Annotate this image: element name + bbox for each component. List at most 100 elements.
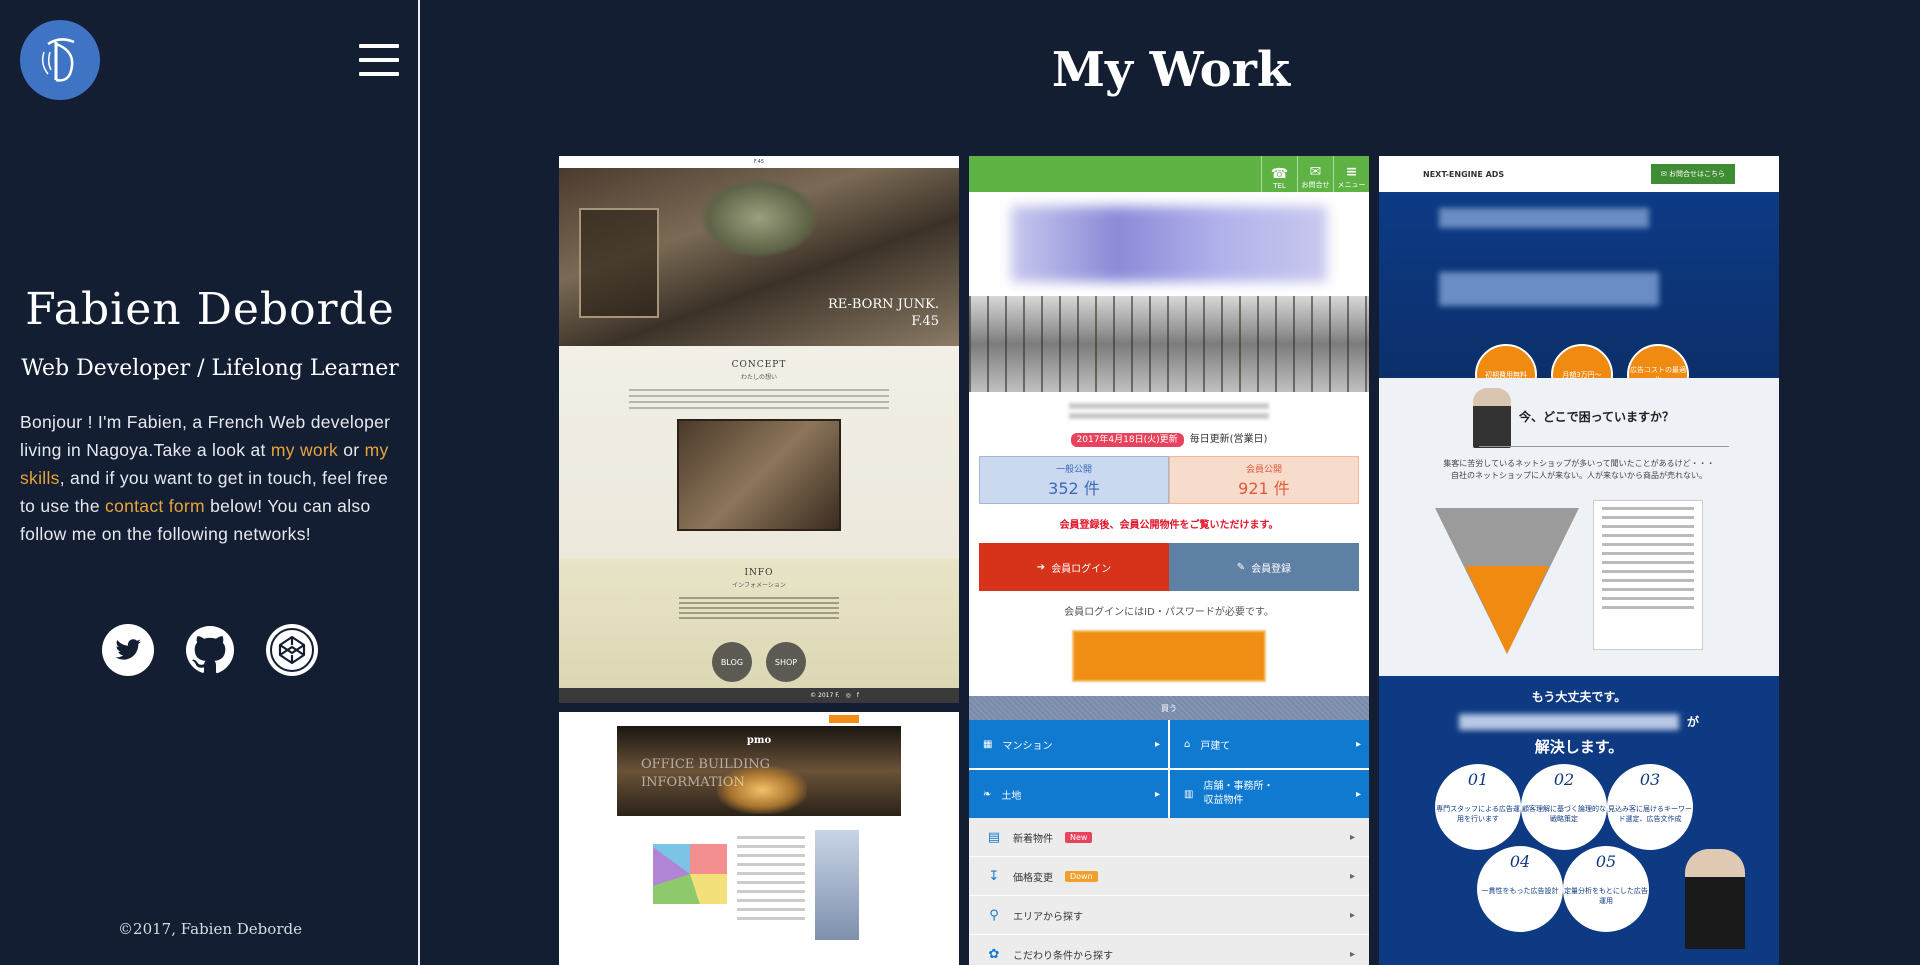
leaf-icon: ❧: [983, 788, 992, 800]
instagram-icon: ◎: [845, 692, 851, 699]
menu-label: メニュー: [1337, 181, 1366, 189]
site-footer: © 2017 F. ◎ f: [559, 688, 959, 703]
hero-code-background: 初期費用無料 月額3万円〜 広告コストの最適化: [1379, 192, 1779, 406]
codepen-link[interactable]: [266, 624, 318, 676]
row-label: 価格変更: [1013, 872, 1053, 884]
row-price: ↧ 価格変更 Down: [969, 857, 1369, 896]
search-rows: ▤ 新着物件 New ↧ 価格変更 Down ⚲ エリアから探す ✿ こだわり条件から探す: [969, 818, 1369, 965]
side-banner: [815, 830, 859, 940]
step-text: 顧客理解に基づく論理的な戦略策定: [1522, 805, 1606, 823]
general-count-label: 一般公開: [1055, 464, 1092, 475]
profile-tagline: Web Developer / Lifelong Learner: [21, 356, 399, 381]
login-label: 会員ログイン: [1051, 563, 1112, 575]
site-topbar: ☎ TEL ✉ お問合せ ≡ メニュー: [969, 156, 1369, 192]
arrow-down-icon: ↧: [988, 868, 1000, 884]
tile-land: ❧ 土地: [969, 770, 1168, 818]
solution-line1: もう大丈夫です。: [1531, 690, 1627, 704]
site-nav: [559, 712, 959, 726]
building-icon: ▦: [983, 738, 993, 750]
member-count: 会員公開 921 件: [1169, 456, 1359, 504]
problem-question: 今、どこで困っていますか？: [1519, 410, 1675, 424]
blurred-brand: [1458, 713, 1679, 730]
funnel-notes: [1593, 500, 1703, 650]
facebook-icon: f: [856, 692, 859, 699]
logo[interactable]: [20, 20, 100, 100]
row-conditions: ✿ こだわり条件から探す: [969, 935, 1369, 965]
step-circle: 05 定量分析をもとにした広告運用: [1563, 846, 1649, 932]
menu-button[interactable]: [359, 44, 399, 76]
github-icon: [186, 626, 234, 674]
github-link[interactable]: [184, 624, 236, 676]
step-circle: 01 専門スタッフによる広告運用を行います: [1435, 764, 1521, 850]
step-number: 01: [1467, 770, 1489, 789]
project-card-realestate[interactable]: ☎ TEL ✉ お問合せ ≡ メニュー 2017年4月18日(火)更新 毎日更新(営業日…: [969, 156, 1369, 965]
problem-text: 集客に苦労しているネットショップが多いって聞いたことがあるけど・・・ 自社のネッ…: [1379, 458, 1779, 482]
row-label: エリアから探す: [1013, 911, 1083, 923]
concept-title: CONCEPT: [731, 360, 787, 370]
consultant-image: [1685, 849, 1745, 949]
divider: [1479, 446, 1729, 447]
step-number: 04: [1509, 852, 1531, 871]
blurred-text: [1439, 208, 1649, 228]
chart-icon: ▥: [1184, 788, 1194, 800]
contact-label: お問合せ: [1301, 181, 1330, 189]
concept-text: [629, 389, 889, 409]
bio-or: or: [338, 440, 365, 460]
member-register-button: ✎ 会員登録: [1169, 543, 1359, 591]
row-label: 新着物件: [1013, 833, 1053, 845]
concept-section: CONCEPT わたしの想い: [559, 346, 959, 558]
login-note: 会員ログインにはID・パスワードが必要です。: [1064, 607, 1274, 618]
solution-line2: が: [1379, 705, 1779, 730]
concept-subtitle: わたしの想い: [740, 374, 777, 381]
step-number: 05: [1595, 852, 1617, 871]
office-body: [559, 816, 959, 940]
register-label: 会員登録: [1251, 563, 1292, 575]
bio-text: Bonjour ! I'm Fabien, a French Web devel…: [20, 408, 400, 548]
my-work-link[interactable]: my work: [271, 440, 338, 460]
hamburger-line: [359, 58, 399, 62]
twitter-icon: [102, 624, 154, 676]
businesswoman-image: [1473, 388, 1511, 448]
site-brand: NEXT-ENGINE ADS: [1423, 169, 1505, 179]
login-icon: ➔: [1036, 561, 1046, 573]
site-header: NEXT-ENGINE ADS ✉ お問合せはこちら: [1379, 156, 1779, 192]
hamburger-line: [359, 44, 399, 48]
site-buttons: BLOG SHOP: [559, 642, 959, 682]
site-brand: F.45: [753, 159, 765, 165]
problem-line1: 集客に苦労しているネットショップが多いって聞いたことがあるけど・・・: [1443, 459, 1715, 468]
row-area: ⚲ エリアから探す: [969, 896, 1369, 935]
listing-counts: 一般公開 352 件 会員公開 921 件: [979, 456, 1359, 504]
shop-sign: RE-BORN JUNK. F.45: [828, 296, 939, 330]
fd-logo-icon: [41, 38, 75, 82]
general-count: 一般公開 352 件: [979, 456, 1169, 504]
office-hero-image: pmo OFFICE BUILDING INFORMATION: [617, 726, 901, 816]
house-icon: ⌂: [1184, 738, 1191, 750]
hero-line1: OFFICE BUILDING: [641, 757, 770, 772]
sidebar: Fabien Deborde Web Developer / Lifelong …: [0, 0, 420, 965]
project-card-office[interactable]: pmo OFFICE BUILDING INFORMATION: [559, 712, 959, 965]
blurred-banner: [1072, 630, 1266, 682]
hero-line2: INFORMATION: [641, 775, 745, 790]
tile-label: 店舗・事務所・収益物件: [1203, 781, 1274, 806]
funnel-highlight: [1465, 566, 1549, 654]
social-links: [0, 624, 420, 676]
tel-button: ☎ TEL: [1261, 156, 1297, 192]
blurred-address: [969, 392, 1369, 430]
member-login-button: ➔ 会員ログイン: [979, 543, 1169, 591]
buy-heading: 買う: [969, 696, 1369, 720]
update-info: 2017年4月18日(火)更新 毎日更新(営業日): [969, 430, 1369, 450]
project-card-junk[interactable]: F.45 RE-BORN JUNK. F.45 CONCEPT わたしの想い I…: [559, 156, 959, 703]
problem-line2: 自社のネットショップに人が来ない。人が来ないから商品が売れない。: [1451, 471, 1707, 480]
contact-form-link[interactable]: contact form: [105, 496, 205, 516]
pin-icon: ⚲: [989, 907, 999, 923]
edit-icon: ✎: [1236, 561, 1246, 573]
mail-icon: ✉: [1309, 164, 1322, 180]
project-card-ads[interactable]: NEXT-ENGINE ADS ✉ お問合せはこちら 初期費用無料 月額3万円〜…: [1379, 156, 1779, 965]
area-map: [653, 844, 727, 904]
twitter-link[interactable]: [102, 624, 154, 676]
menu-button-site: ≡ メニュー: [1333, 156, 1369, 192]
contact-cta-label: お問合せはこちら: [1669, 170, 1725, 178]
menu-icon: ≡: [1345, 164, 1358, 180]
sign-line1: RE-BORN JUNK.: [827, 297, 939, 312]
step-text: 一貫性をもった広告設計: [1481, 887, 1559, 895]
